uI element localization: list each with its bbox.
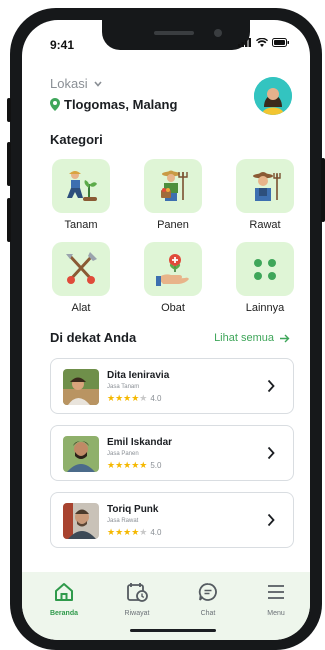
category-label: Panen xyxy=(157,219,189,231)
provider-role: Jasa Tanam xyxy=(107,384,140,390)
star-rating-icon: ★★★★★ xyxy=(107,527,148,537)
user-avatar[interactable] xyxy=(254,77,292,115)
category-tile xyxy=(236,242,294,296)
provider-role: Jasa Rawat xyxy=(107,518,139,524)
rating-value: 4.0 xyxy=(150,394,162,403)
rating-value: 5.0 xyxy=(150,461,162,470)
person-photo-icon xyxy=(63,369,99,405)
category-tanam[interactable]: Tanam xyxy=(50,159,112,231)
nav-item-menu[interactable]: Menu xyxy=(246,582,306,617)
provider-photo xyxy=(63,369,99,405)
chevron-down-icon xyxy=(93,80,102,87)
category-tile xyxy=(52,242,110,296)
history-icon xyxy=(127,583,148,602)
battery-icon xyxy=(272,38,289,47)
tools-icon xyxy=(66,252,97,284)
category-label: Rawat xyxy=(249,219,281,231)
signal-icon xyxy=(238,38,251,47)
provider-photo xyxy=(63,503,99,539)
nav-label: Beranda xyxy=(49,610,78,617)
category-panen[interactable]: Panen xyxy=(142,159,204,231)
provider-role: Jasa Panen xyxy=(107,451,139,457)
speaker xyxy=(154,31,194,35)
provider-photo xyxy=(63,436,99,472)
volume-up-button xyxy=(7,142,11,186)
star-rating-icon: ★★★★★ xyxy=(107,460,148,470)
star-rating-icon: ★★★★★ xyxy=(107,393,148,403)
power-button xyxy=(321,158,325,222)
chevron-right-icon xyxy=(267,379,275,393)
rating-value: 4.0 xyxy=(150,528,162,537)
category-tile xyxy=(144,242,202,296)
category-tile xyxy=(144,159,202,213)
provider-card[interactable]: Toriq Punk Jasa Rawat ★★★★★ 4.0 xyxy=(50,492,294,548)
wifi-icon xyxy=(256,38,268,47)
category-label: Obat xyxy=(161,302,185,314)
chevron-right-icon xyxy=(267,513,275,527)
status-time: 9:41 xyxy=(50,38,75,52)
nearby-title: Di dekat Anda xyxy=(50,330,137,345)
provider-card[interactable]: Dita Ieniravia Jasa Tanam ★★★★★ 4.0 xyxy=(50,358,294,414)
provider-name: Dita Ieniravia xyxy=(107,370,170,381)
category-label: Tanam xyxy=(64,219,98,231)
provider-card[interactable]: Emil Iskandar Jasa Panen ★★★★★ 5.0 xyxy=(50,425,294,481)
person-photo-icon xyxy=(63,436,99,472)
location-value: Tlogomas, Malang xyxy=(64,97,178,112)
volume-down-button xyxy=(7,198,11,242)
nav-item-chat[interactable]: Chat xyxy=(178,582,238,617)
chevron-right-icon xyxy=(267,446,275,460)
provider-name: Toriq Punk xyxy=(107,504,159,515)
menu-icon xyxy=(268,585,284,599)
category-lainnya[interactable]: Lainnya xyxy=(234,242,296,314)
app-screen: 9:41 Lokasi Tlogomas, Malang Kategori Ta… xyxy=(22,20,310,640)
category-rawat[interactable]: Rawat xyxy=(234,159,296,231)
phone-frame: 9:41 Lokasi Tlogomas, Malang Kategori Ta… xyxy=(7,8,325,650)
home-icon xyxy=(55,583,73,601)
see-all-label: Lihat semua xyxy=(214,332,274,344)
provider-rating: ★★★★★ 4.0 xyxy=(107,393,161,404)
provider-rating: ★★★★★ 5.0 xyxy=(107,460,161,471)
provider-rating: ★★★★★ 4.0 xyxy=(107,527,161,538)
nav-label: Riwayat xyxy=(124,610,150,617)
nav-item-riwayat[interactable]: Riwayat xyxy=(107,582,167,617)
category-alat[interactable]: Alat xyxy=(50,242,112,314)
farmer-icon xyxy=(253,172,281,201)
person-photo-icon xyxy=(63,503,99,539)
location-value-row[interactable]: Tlogomas, Malang xyxy=(50,97,177,112)
categories-title: Kategori xyxy=(50,132,103,147)
notch xyxy=(102,20,250,50)
category-label: Lainnya xyxy=(245,302,285,314)
provider-name: Emil Iskandar xyxy=(107,437,173,448)
location-label: Lokasi xyxy=(50,76,88,91)
medicine-icon xyxy=(156,254,189,286)
category-label: Alat xyxy=(71,302,91,314)
more-icon xyxy=(254,259,276,280)
bottom-navigation: Beranda Riwayat Chat Menu xyxy=(22,572,310,640)
location-pin-icon xyxy=(50,98,60,111)
category-tile xyxy=(236,159,294,213)
side-button xyxy=(7,98,11,122)
category-obat[interactable]: Obat xyxy=(142,242,204,314)
chat-icon xyxy=(198,583,217,601)
avatar-icon xyxy=(254,77,292,115)
location-selector[interactable]: Lokasi xyxy=(50,76,102,91)
planting-icon xyxy=(67,171,97,201)
arrow-right-icon xyxy=(280,334,290,342)
front-camera xyxy=(214,29,222,37)
home-indicator xyxy=(130,629,216,632)
see-all-link[interactable]: Lihat semua xyxy=(214,332,290,344)
nav-item-beranda[interactable]: Beranda xyxy=(34,582,94,617)
status-icons xyxy=(238,38,290,47)
category-tile xyxy=(52,159,110,213)
nav-label: Menu xyxy=(267,610,285,617)
harvest-icon xyxy=(161,170,188,201)
nav-label: Chat xyxy=(200,610,216,617)
